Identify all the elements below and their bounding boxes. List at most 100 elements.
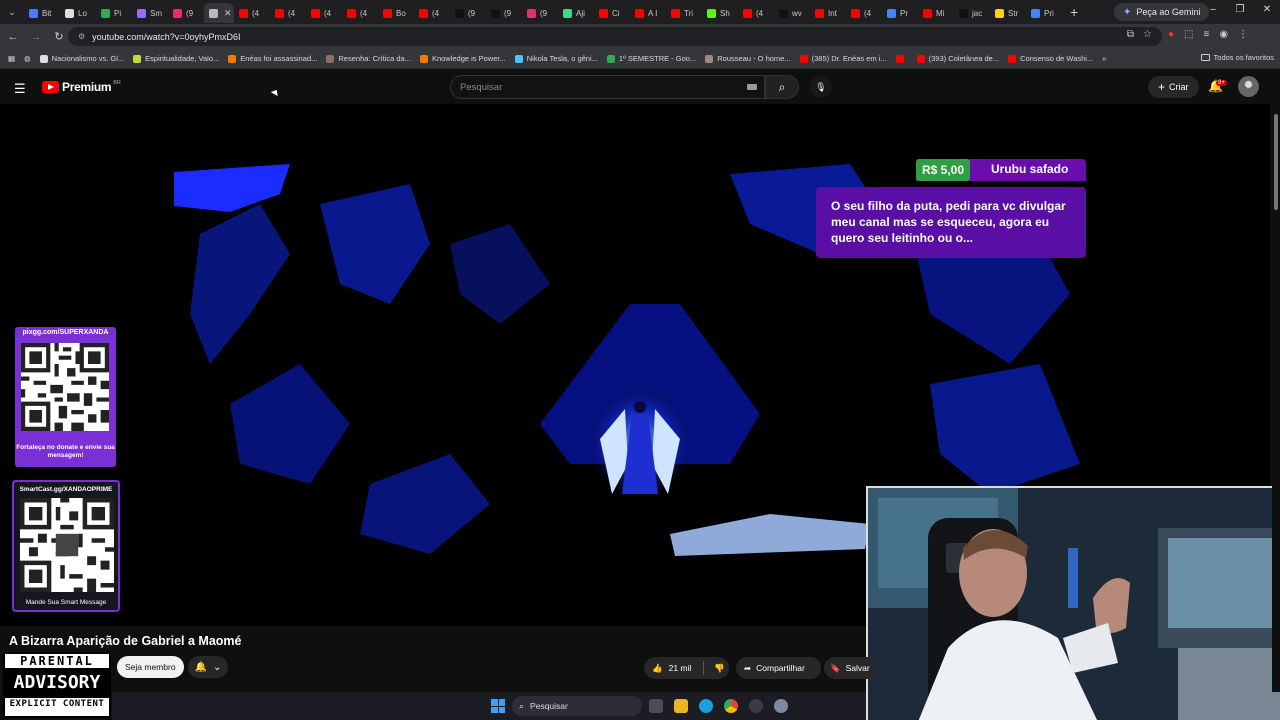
- back-icon[interactable]: ←: [3, 31, 23, 43]
- chrome-menu-icon[interactable]: ⋮: [1238, 29, 1248, 40]
- browser-tab[interactable]: (4: [306, 3, 342, 23]
- obs-icon[interactable]: [749, 699, 763, 713]
- browser-tab[interactable]: Tri: [666, 3, 702, 23]
- browser-tab[interactable]: (4: [738, 3, 774, 23]
- bookmark-item[interactable]: 1º SEMESTRE - Goo...: [606, 54, 696, 63]
- browser-tab[interactable]: Pri: [1026, 3, 1062, 23]
- close-window-icon[interactable]: ✕: [1254, 4, 1280, 15]
- browser-tab[interactable]: (9: [168, 3, 204, 23]
- bookmark-list: Nacionalismo vs. Gl... Espiritualidade, V…: [39, 54, 1103, 63]
- browser-tab[interactable]: Aji: [558, 3, 594, 23]
- browser-tab[interactable]: (4: [342, 3, 378, 23]
- create-button[interactable]: + Criar: [1148, 76, 1199, 98]
- more-bookmarks-icon[interactable]: »: [1102, 54, 1106, 63]
- tab-favicon-icon: [779, 8, 788, 18]
- super-chat-message: O seu filho da puta, pedi para vc divulg…: [816, 187, 1086, 258]
- subscription-notifications-button[interactable]: 🔔 ⌄: [188, 656, 228, 678]
- profile-icon[interactable]: ◉: [1219, 29, 1228, 40]
- tab-favicon-icon: [671, 8, 680, 18]
- voice-search-button[interactable]: 🎙: [810, 76, 832, 98]
- all-bookmarks-button[interactable]: Todos os favoritos: [1200, 53, 1274, 62]
- bookmark-star-icon[interactable]: ☆: [1143, 29, 1152, 40]
- browser-tab[interactable]: (4: [234, 3, 270, 23]
- bookmark-item[interactable]: Enéas foi assassinad...: [228, 54, 317, 63]
- bookmark-item[interactable]: Rousseau - O home...: [705, 54, 791, 63]
- reload-icon[interactable]: ↻: [49, 30, 69, 43]
- browser-tab[interactable]: Sh: [702, 3, 738, 23]
- bookmark-item[interactable]: (393) Coletânea de...: [916, 54, 999, 63]
- bookmark-item[interactable]: Nacionalismo vs. Gl...: [39, 54, 124, 63]
- search-input[interactable]: Pesquisar: [450, 75, 765, 99]
- bookmark-label: Knowledge is Power...: [431, 54, 506, 63]
- close-tab-icon[interactable]: ✕: [224, 8, 232, 19]
- ask-gemini-button[interactable]: ✦ Peça ao Gemini: [1114, 3, 1210, 21]
- browser-tab[interactable]: Pi: [96, 3, 132, 23]
- browser-tab[interactable]: Bit: [24, 3, 60, 23]
- site-info-icon[interactable]: ⚙: [78, 32, 85, 41]
- task-view-icon[interactable]: [649, 699, 663, 713]
- save-button[interactable]: 🔖 Salvar: [824, 657, 874, 679]
- taskbar-search-input[interactable]: ⌕ Pesquisar: [512, 696, 642, 716]
- media-control-icon[interactable]: ≡: [1204, 29, 1210, 40]
- browser-tab[interactable]: (9: [450, 3, 486, 23]
- avatar[interactable]: [1238, 76, 1259, 97]
- thumbs-down-icon[interactable]: 👎: [714, 663, 725, 674]
- restore-icon[interactable]: ❐: [1227, 4, 1253, 15]
- keyboard-icon[interactable]: [747, 84, 757, 90]
- search-button[interactable]: ⌕: [765, 75, 799, 99]
- browser-tab[interactable]: (9: [486, 3, 522, 23]
- bookmark-item[interactable]: Knowledge is Power...: [419, 54, 506, 63]
- windows-start-icon[interactable]: [491, 699, 505, 713]
- bookmark-item[interactable]: [895, 54, 908, 63]
- like-dislike-group: 👍 21 mil 👎: [644, 657, 729, 679]
- tab-title: (4: [756, 8, 764, 18]
- share-button[interactable]: ➦ Compartilhar: [736, 657, 821, 679]
- extensions-icon[interactable]: ⬚: [1184, 29, 1193, 40]
- browser-tab[interactable]: Mi: [918, 3, 954, 23]
- tab-favicon-icon: [563, 8, 572, 18]
- scrollbar-thumb[interactable]: [1274, 114, 1278, 210]
- browser-tab[interactable]: ✕: [204, 3, 234, 23]
- guide-menu-icon[interactable]: ☰: [14, 81, 26, 97]
- file-explorer-icon[interactable]: [674, 699, 688, 713]
- install-app-icon[interactable]: ⧉: [1127, 29, 1134, 40]
- apps-icon[interactable]: ▦: [8, 54, 15, 63]
- youtube-premium-logo[interactable]: Premium BR: [42, 80, 121, 94]
- browser-tab[interactable]: (4: [846, 3, 882, 23]
- join-membership-button[interactable]: Seja membro: [117, 656, 184, 678]
- page-scrollbar[interactable]: [1272, 104, 1280, 692]
- bookmark-item[interactable]: Espiritualidade, Valo...: [133, 54, 219, 63]
- browser-tab[interactable]: Int: [810, 3, 846, 23]
- browser-tab[interactable]: (9: [522, 3, 558, 23]
- bookmark-icon[interactable]: ◍: [24, 54, 31, 63]
- bookmark-item[interactable]: Nikola Tesla, o gêni...: [514, 54, 598, 63]
- tab-favicon-icon: [173, 8, 182, 18]
- chrome-icon[interactable]: [724, 699, 738, 713]
- tab-favicon-icon: [455, 8, 464, 18]
- browser-tab[interactable]: A I: [630, 3, 666, 23]
- tab-search-icon[interactable]: ⌄: [0, 0, 24, 24]
- browser-tab[interactable]: Sm: [132, 3, 168, 23]
- new-tab-button[interactable]: +: [1070, 4, 1078, 20]
- browser-tab[interactable]: Pr: [882, 3, 918, 23]
- address-bar[interactable]: ⚙ youtube.com/watch?v=0oyhyPmxD6I ⧉ ☆: [68, 27, 1162, 46]
- bookmark-item[interactable]: Resenha: Crítica da...: [326, 54, 411, 63]
- bookmark-item[interactable]: Consenso de Washi...: [1008, 54, 1093, 63]
- browser-tab[interactable]: Lo: [60, 3, 96, 23]
- forward-icon[interactable]: →: [26, 31, 46, 43]
- browser-tab[interactable]: (4: [270, 3, 306, 23]
- browser-tab[interactable]: jac: [954, 3, 990, 23]
- browser-tab[interactable]: wv: [774, 3, 810, 23]
- edge-icon[interactable]: [699, 699, 713, 713]
- settings-gear-icon[interactable]: [774, 699, 788, 713]
- bookmark-item[interactable]: (385) Dr. Enéas em i...: [799, 54, 887, 63]
- extension-icon[interactable]: ●: [1168, 29, 1174, 40]
- like-button[interactable]: 👍 21 mil: [652, 663, 691, 674]
- browser-tab[interactable]: Bo: [378, 3, 414, 23]
- tab-title: (9: [186, 8, 194, 18]
- minimize-icon[interactable]: –: [1200, 4, 1226, 15]
- tab-favicon-icon: [347, 8, 356, 18]
- browser-tab[interactable]: Ci: [594, 3, 630, 23]
- browser-tab[interactable]: Str: [990, 3, 1026, 23]
- browser-tab[interactable]: (4: [414, 3, 450, 23]
